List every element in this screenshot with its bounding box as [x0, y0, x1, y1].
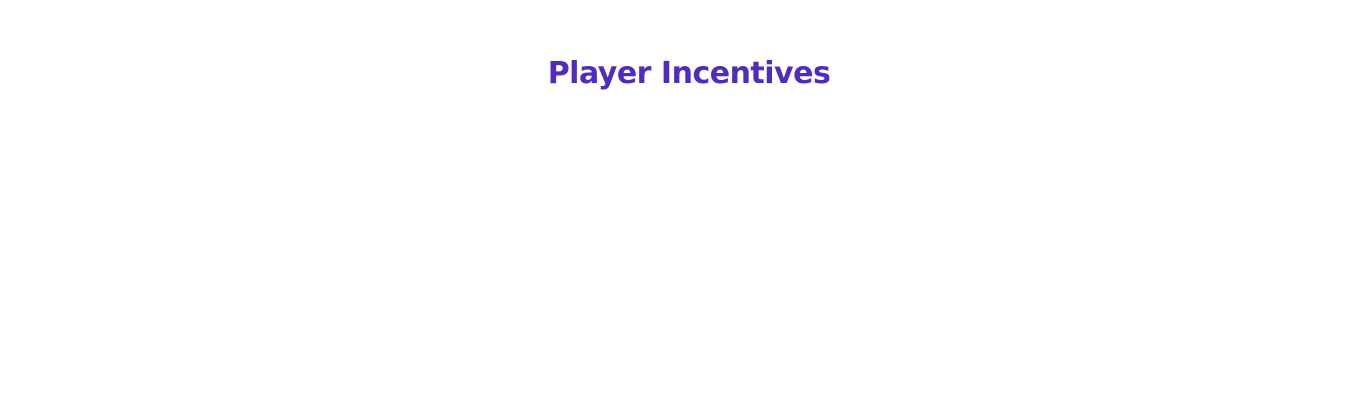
- section-title: Player Incentives: [547, 56, 831, 91]
- page: Player Incentives: [0, 0, 1348, 404]
- section-content: [0, 110, 1348, 404]
